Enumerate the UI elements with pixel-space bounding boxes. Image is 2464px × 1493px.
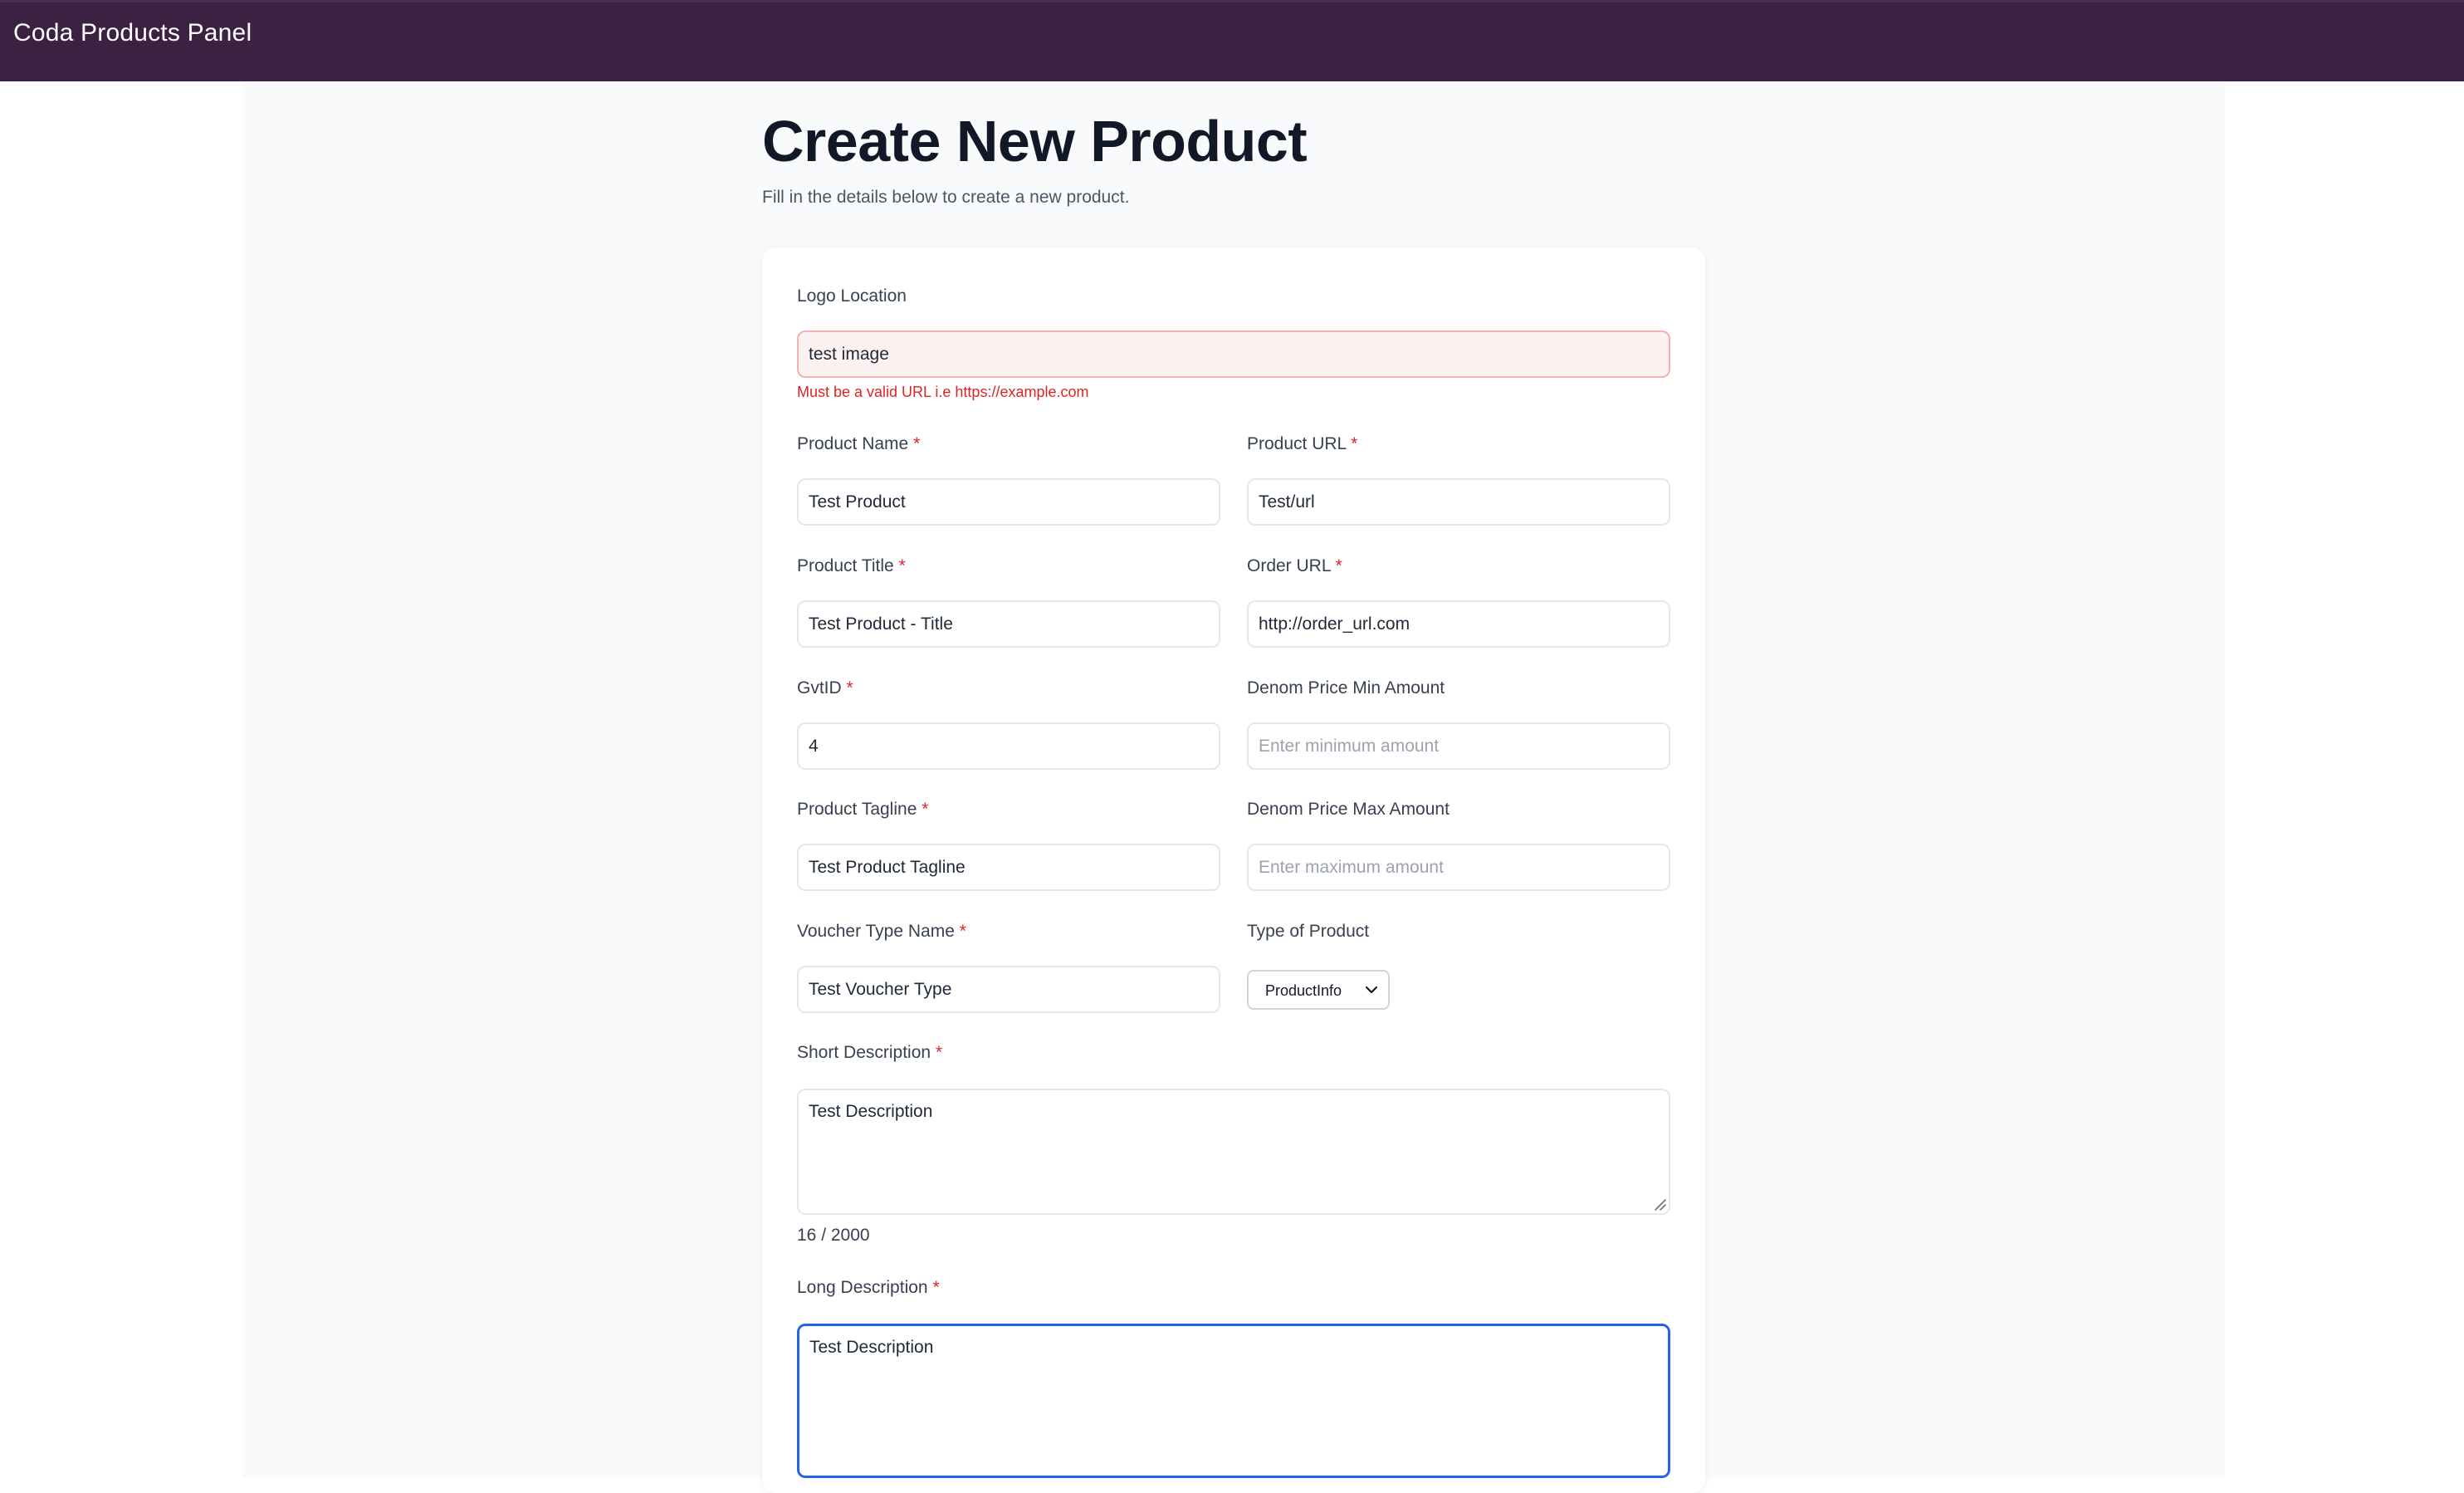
short-description-counter: 16 / 2000 bbox=[797, 1226, 870, 1245]
chevron-down-icon bbox=[1365, 986, 1378, 994]
order-url-label: Order URL * bbox=[1247, 556, 1342, 576]
voucher-type-input[interactable] bbox=[797, 966, 1220, 1013]
denom-min-label: Denom Price Min Amount bbox=[1247, 678, 1445, 698]
denom-max-input[interactable] bbox=[1247, 844, 1670, 891]
product-type-selected: ProductInfo bbox=[1265, 982, 1342, 999]
required-marker: * bbox=[959, 922, 966, 941]
page-subtitle: Fill in the details below to create a ne… bbox=[762, 188, 1130, 207]
voucher-type-label: Voucher Type Name * bbox=[797, 922, 966, 942]
product-url-label-text: Product URL bbox=[1247, 434, 1347, 453]
order-url-label-text: Order URL bbox=[1247, 556, 1331, 575]
top-nav-bar: Coda Products Panel bbox=[0, 0, 2464, 81]
voucher-type-label-text: Voucher Type Name bbox=[797, 922, 955, 941]
product-tagline-label-text: Product Tagline bbox=[797, 800, 917, 819]
denom-min-input[interactable] bbox=[1247, 722, 1670, 770]
order-url-input[interactable] bbox=[1247, 600, 1670, 648]
required-marker: * bbox=[932, 1278, 940, 1297]
product-title-input[interactable] bbox=[797, 600, 1220, 648]
gvtid-label: GvtID * bbox=[797, 678, 853, 698]
product-type-label: Type of Product bbox=[1247, 922, 1369, 942]
product-name-label-text: Product Name bbox=[797, 434, 909, 453]
short-description-label: Short Description * bbox=[797, 1043, 942, 1063]
app-title[interactable]: Coda Products Panel bbox=[13, 19, 252, 47]
product-type-select[interactable]: ProductInfo bbox=[1247, 970, 1390, 1010]
product-name-input[interactable] bbox=[797, 478, 1220, 526]
product-url-input[interactable] bbox=[1247, 478, 1670, 526]
product-tagline-label: Product Tagline * bbox=[797, 800, 928, 820]
denom-min-label-text: Denom Price Min Amount bbox=[1247, 678, 1445, 698]
product-name-label: Product Name * bbox=[797, 434, 920, 454]
gvtid-label-text: GvtID bbox=[797, 678, 842, 698]
denom-max-label: Denom Price Max Amount bbox=[1247, 800, 1450, 820]
product-type-label-text: Type of Product bbox=[1247, 922, 1370, 941]
logo-location-label: Logo Location bbox=[797, 286, 907, 306]
required-marker: * bbox=[846, 678, 853, 698]
long-description-label: Long Description * bbox=[797, 1278, 940, 1298]
denom-max-label-text: Denom Price Max Amount bbox=[1247, 800, 1450, 819]
required-marker: * bbox=[913, 434, 921, 453]
short-description-textarea[interactable]: Test Description bbox=[797, 1089, 1670, 1215]
required-marker: * bbox=[898, 556, 906, 575]
logo-location-error: Must be a valid URL i.e https://example.… bbox=[797, 384, 1089, 400]
page-title: Create New Product bbox=[762, 109, 1308, 174]
logo-location-input[interactable] bbox=[797, 330, 1670, 378]
product-title-label-text: Product Title bbox=[797, 556, 894, 575]
product-url-label: Product URL * bbox=[1247, 434, 1357, 454]
logo-location-label-text: Logo Location bbox=[797, 286, 907, 306]
resize-grip-icon[interactable] bbox=[1652, 1197, 1667, 1212]
long-description-textarea[interactable]: Test Description bbox=[797, 1324, 1670, 1478]
product-title-label: Product Title * bbox=[797, 556, 906, 576]
required-marker: * bbox=[935, 1043, 943, 1062]
gvtid-input[interactable] bbox=[797, 722, 1220, 770]
long-description-label-text: Long Description bbox=[797, 1278, 928, 1297]
required-marker: * bbox=[1351, 434, 1358, 453]
required-marker: * bbox=[1335, 556, 1342, 575]
short-description-label-text: Short Description bbox=[797, 1043, 931, 1062]
product-tagline-input[interactable] bbox=[797, 844, 1220, 891]
required-marker: * bbox=[922, 800, 929, 819]
